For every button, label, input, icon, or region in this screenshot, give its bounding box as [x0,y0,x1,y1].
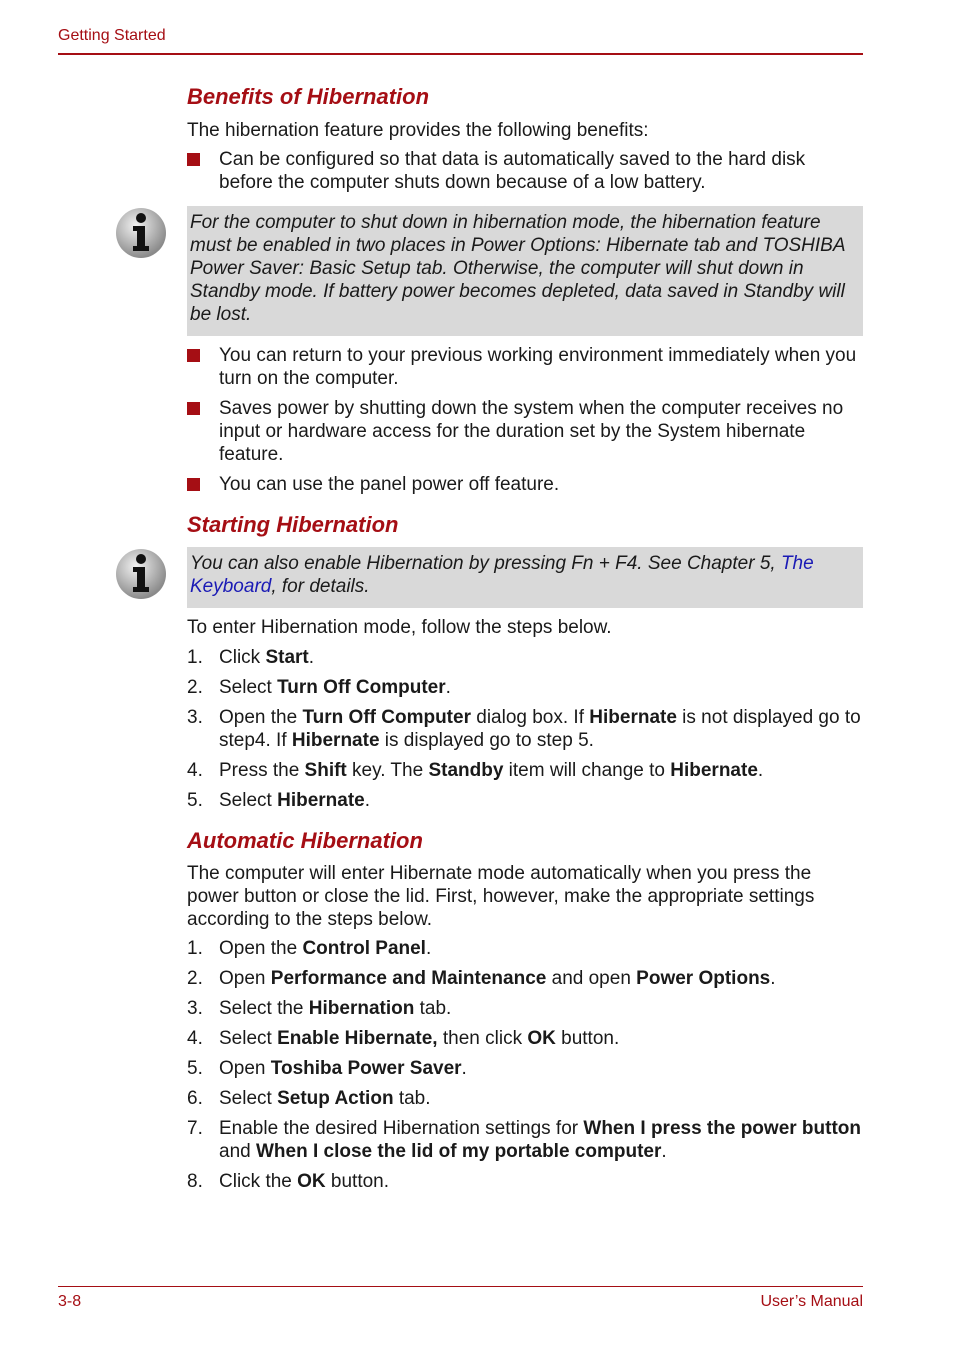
bullet-item: Saves power by shutting down the system … [187,397,863,466]
step-item: 1. Click Start. [187,647,315,668]
automatic-intro: The computer will enter Hibernate mode a… [187,863,815,930]
bullet-item: Can be configured so that data is automa… [187,148,863,194]
step-item: 3. Select the Hibernation tab. [187,998,452,1019]
bullet-item: You can return to your previous working … [187,344,863,390]
bullet-item: You can use the panel power off feature. [187,473,863,496]
footer-rule [58,1286,863,1287]
heading-benefits: Benefits of Hibernation [187,84,430,109]
bullet-square-icon [187,153,200,166]
heading-automatic: Automatic Hibernation [187,828,423,853]
benefits-intro: The hibernation feature provides the fol… [187,120,649,141]
step-item: 1. Open the Control Panel. [187,938,432,959]
step-item: 3. Open the Turn Off Computer dialog box… [187,707,861,751]
step-item: 8. Click the OK button. [187,1171,390,1192]
note-box: For the computer to shut down in hiberna… [116,206,863,336]
info-icon [116,208,166,258]
heading-starting: Starting Hibernation [187,512,399,537]
step-item: 4. Select Enable Hibernate, then click O… [187,1028,620,1049]
running-header: Getting Started [58,27,166,44]
note-box: You can also enable Hibernation by press… [116,547,863,608]
step-item: 5. Select Hibernate. [187,790,371,811]
info-icon [116,549,166,599]
manual-title: User’s Manual [760,1293,863,1310]
step-item: 4. Press the Shift key. The Standby item… [187,760,764,781]
bullet-square-icon [187,349,200,362]
page-body: Benefits of Hibernation The hibernation … [116,83,863,1193]
bullet-square-icon [187,478,200,491]
page-number: 3-8 [58,1293,82,1310]
step-item: 6. Select Setup Action tab. [187,1088,431,1109]
step-item: 2. Open Performance and Maintenance and … [187,968,776,989]
bullet-square-icon [187,402,200,415]
step-item: 7. Enable the desired Hibernation settin… [187,1118,862,1162]
step-item: 2. Select Turn Off Computer. [187,677,451,698]
starting-intro: To enter Hibernation mode, follow the st… [187,617,612,638]
step-item: 5. Open Toshiba Power Saver. [187,1058,467,1079]
header-rule [58,53,863,55]
